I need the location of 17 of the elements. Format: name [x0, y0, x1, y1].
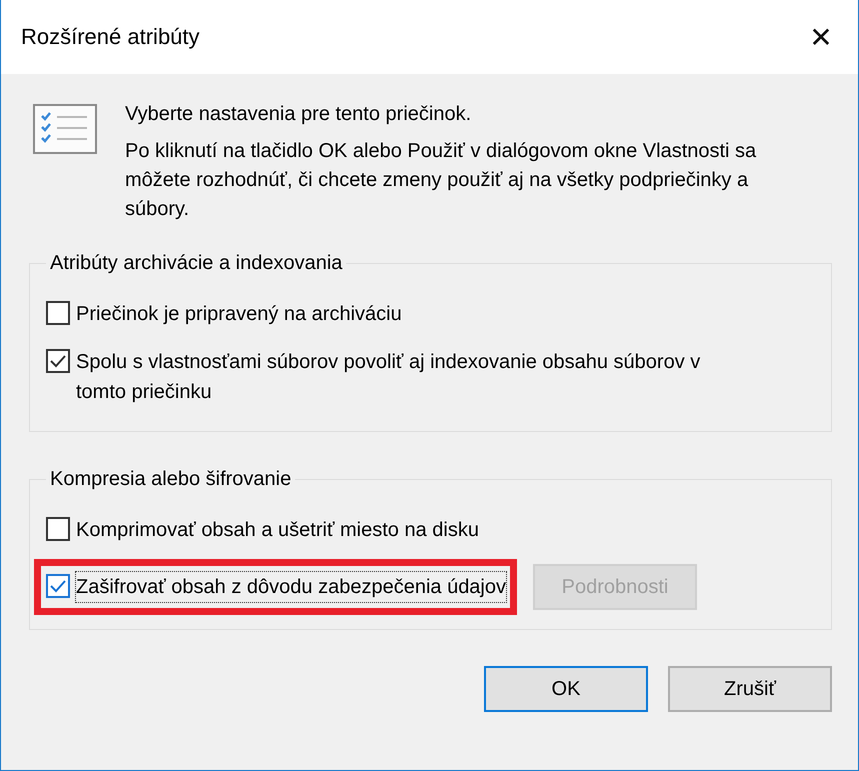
close-button[interactable]: ✕	[784, 0, 858, 74]
dialog-button[interactable]: OK	[484, 666, 648, 712]
checkbox-label[interactable]: Priečinok je pripravený na archiváciu	[76, 299, 402, 329]
checkbox[interactable]	[46, 574, 70, 598]
checkbox[interactable]	[46, 349, 70, 373]
window-title: Rozšírené atribúty	[21, 24, 200, 50]
dialog-button[interactable]: Zrušiť	[668, 666, 832, 712]
group-title: Kompresia alebo šifrovanie	[49, 468, 292, 491]
checkbox-label[interactable]: Komprimovať obsah a ušetriť miesto na disku	[76, 515, 479, 545]
checkbox[interactable]	[46, 517, 70, 541]
group-title: Atribúty archivácie a indexovania	[49, 252, 344, 275]
checkbox[interactable]	[46, 301, 70, 325]
intro-text: Po kliknutí na tlačidlo OK alebo Použiť v dialógovom okne Vlastnosti sa môžete rozhodnúť, či chcete zmeny použiť aj na všetky podpriečinky a súbory.	[125, 139, 758, 222]
checkbox-label[interactable]: Zašifrovať obsah z dôvodu zabezpečenia údajov	[76, 572, 506, 602]
intro-heading: Vyberte nastavenia pre tento priečinok.	[125, 102, 472, 127]
checkbox-label[interactable]: Spolu s vlastnosťami súborov povoliť aj indexovanie obsahu súborov v tomto priečinku	[76, 347, 736, 407]
checklist-icon	[33, 104, 97, 154]
